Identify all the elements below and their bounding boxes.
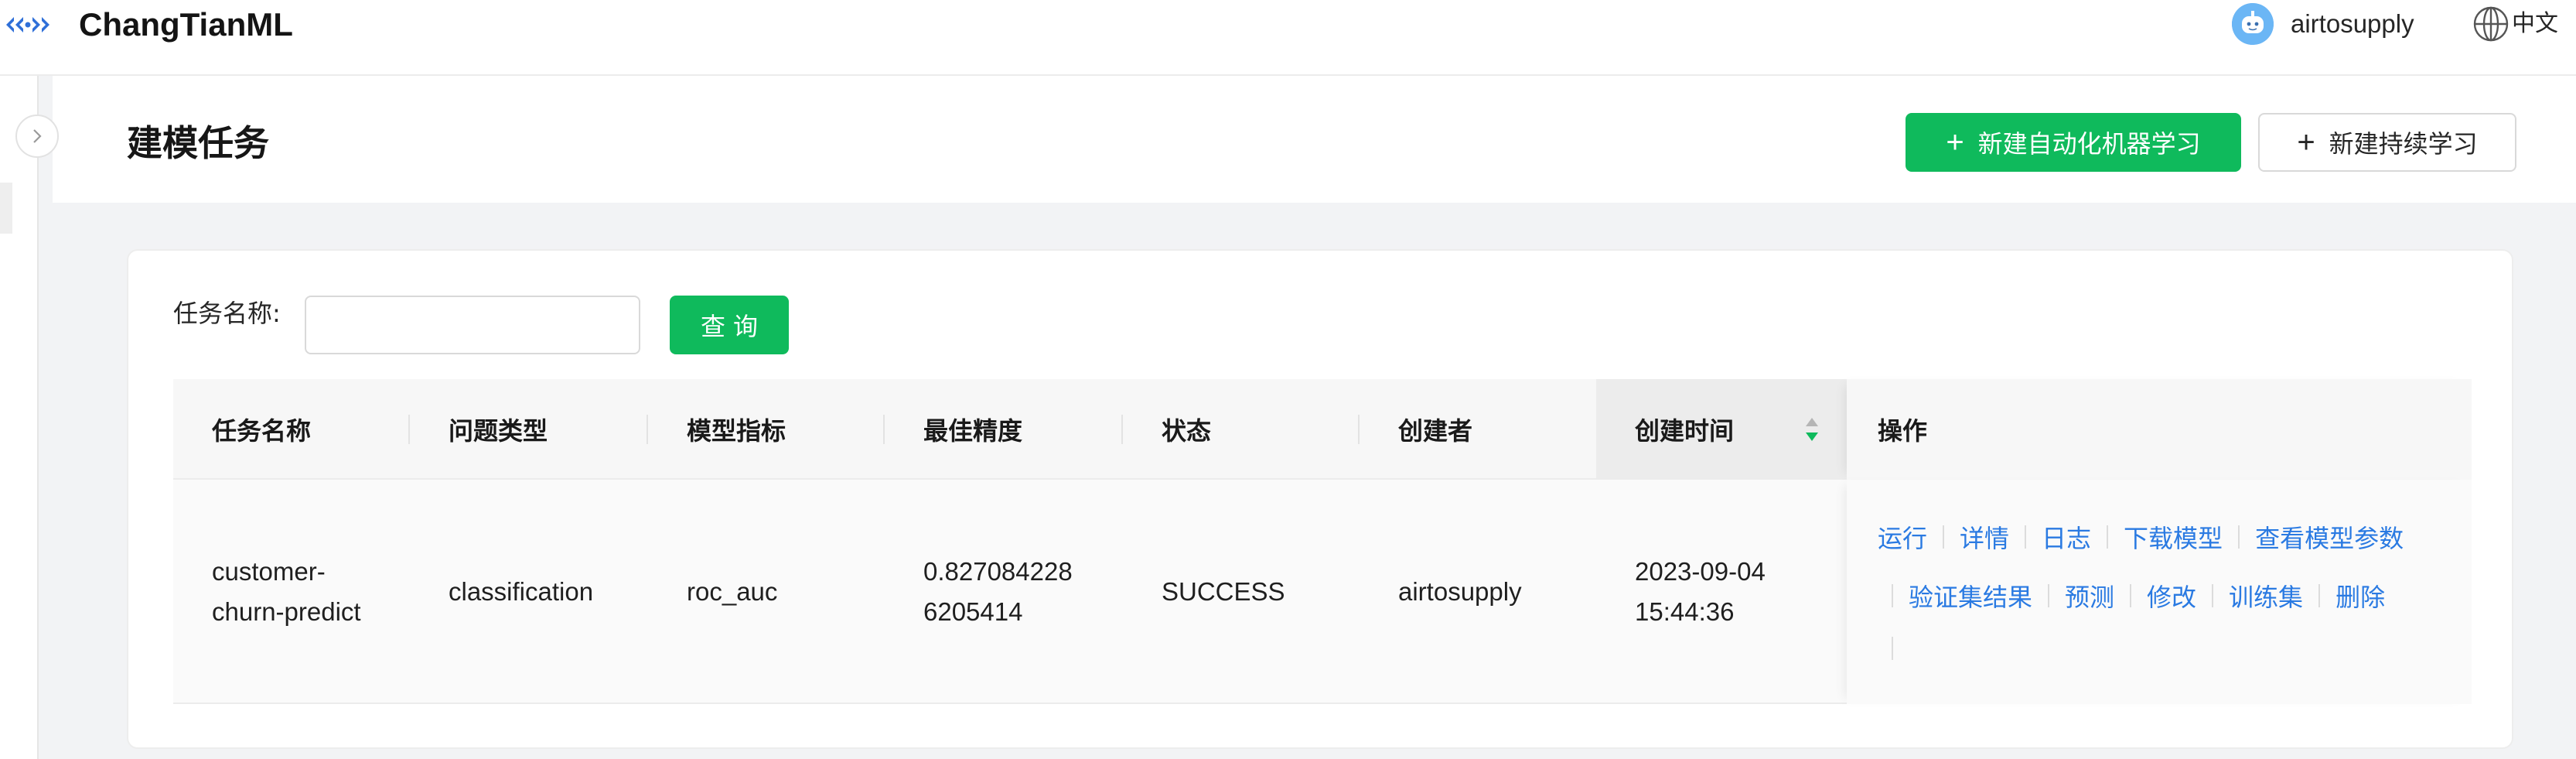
action-divider <box>1943 525 1945 549</box>
run-link[interactable]: 运行 <box>1878 519 1927 555</box>
delete-link[interactable]: 删除 <box>2335 578 2385 614</box>
cell-actions: 运行 详情 日志 下载模型 查看模型参数 验证集结果 预测 修改 训练集 删除 <box>1847 480 2472 704</box>
task-name-input[interactable] <box>305 296 640 354</box>
column-header-metric: 模型指标 <box>687 416 786 446</box>
action-divider <box>1892 584 1893 607</box>
chevron-right-icon <box>33 129 42 143</box>
action-divider <box>2025 525 2027 549</box>
globe-icon[interactable] <box>2472 5 2510 43</box>
new-automl-button[interactable]: + 新建自动化机器学习 <box>1906 113 2241 172</box>
top-navigation-bar: ChangTianML airtosupply 中文 <box>0 0 2576 76</box>
task-table: 任务名称 问题类型 模型指标 最佳精度 状态 创建者 创建时间 操作 custo… <box>173 379 2472 704</box>
created-at-value: 2023-09-04 15:44:36 <box>1635 557 1766 626</box>
cell-problem-type: classification <box>410 480 648 704</box>
plus-icon: + <box>1946 125 1964 159</box>
column-header-created-at[interactable]: 创建时间 <box>1596 379 1847 480</box>
column-header-task-name: 任务名称 <box>212 416 312 446</box>
new-automl-label: 新建自动化机器学习 <box>1977 130 2201 158</box>
new-continual-learning-button[interactable]: + 新建持续学习 <box>2258 113 2516 172</box>
robot-avatar-icon[interactable] <box>2232 3 2274 45</box>
actions-line-3 <box>1878 628 1909 668</box>
problem-type-value: classification <box>449 577 594 606</box>
cell-best-score: 0.827084228 6205414 <box>885 480 1123 704</box>
table-row: customer- churn-predict classification r… <box>173 480 2472 704</box>
validation-results-link[interactable]: 验证集结果 <box>1909 578 2032 614</box>
action-divider <box>2130 584 2132 607</box>
best-score-value: 0.827084228 6205414 <box>923 557 1073 626</box>
predict-link[interactable]: 预测 <box>2065 578 2114 614</box>
new-continual-learning-label: 新建持续学习 <box>2329 130 2478 158</box>
app-title[interactable]: ChangTianML <box>79 5 293 45</box>
column-header-actions: 操作 <box>1847 379 2472 480</box>
cell-task-name: customer- churn-predict <box>173 480 410 704</box>
task-list-card: 任务名称: 查询 任务名称 问题类型 模型指标 最佳精度 状态 创建者 创建时间… <box>127 249 2513 749</box>
page-header: 建模任务 + 新建自动化机器学习 + 新建持续学习 <box>53 76 2576 203</box>
logo-icon[interactable] <box>3 11 53 39</box>
action-divider <box>2212 584 2214 607</box>
cell-created-at: 2023-09-04 15:44:36 <box>1596 480 1847 704</box>
action-divider <box>2238 525 2240 549</box>
status-value: SUCCESS <box>1162 577 1285 606</box>
task-name-value: customer- churn-predict <box>212 557 361 626</box>
sidebar-strip <box>0 183 12 234</box>
language-switch[interactable]: 中文 <box>2512 6 2558 42</box>
cell-status: SUCCESS <box>1123 480 1360 704</box>
details-link[interactable]: 详情 <box>1960 519 2009 555</box>
action-divider <box>2107 525 2109 549</box>
page-title: 建模任务 <box>127 122 269 164</box>
column-header-best-score: 最佳精度 <box>923 416 1023 446</box>
sidebar-expand-button[interactable] <box>15 115 59 158</box>
plus-icon: + <box>2297 125 2315 159</box>
view-model-params-link[interactable]: 查看模型参数 <box>2255 519 2404 555</box>
sidebar-collapsed <box>0 76 39 759</box>
query-button[interactable]: 查询 <box>670 296 789 354</box>
column-header-status: 状态 <box>1162 416 1212 446</box>
column-header-creator: 创建者 <box>1398 416 1473 446</box>
actions-line-2: 验证集结果 预测 修改 训练集 删除 <box>1878 576 2385 616</box>
creator-value: airtosupply <box>1398 577 1522 606</box>
task-name-label: 任务名称: <box>173 299 281 328</box>
actions-line-1: 运行 详情 日志 下载模型 查看模型参数 <box>1878 517 2404 557</box>
edit-link[interactable]: 修改 <box>2147 578 2196 614</box>
metric-value: roc_auc <box>687 577 778 606</box>
download-model-link[interactable]: 下载模型 <box>2124 519 2223 555</box>
column-header-problem-type: 问题类型 <box>449 416 548 446</box>
action-divider <box>1892 637 1893 660</box>
action-divider <box>2318 584 2321 607</box>
sort-icon[interactable] <box>1803 415 1820 444</box>
cell-metric: roc_auc <box>648 480 885 704</box>
user-name[interactable]: airtosupply <box>2291 6 2414 42</box>
column-header-created-at-label: 创建时间 <box>1635 416 1735 446</box>
action-divider <box>2048 584 2050 607</box>
logs-link[interactable]: 日志 <box>2042 519 2091 555</box>
training-set-link[interactable]: 训练集 <box>2229 578 2303 614</box>
cell-creator: airtosupply <box>1360 480 1596 704</box>
